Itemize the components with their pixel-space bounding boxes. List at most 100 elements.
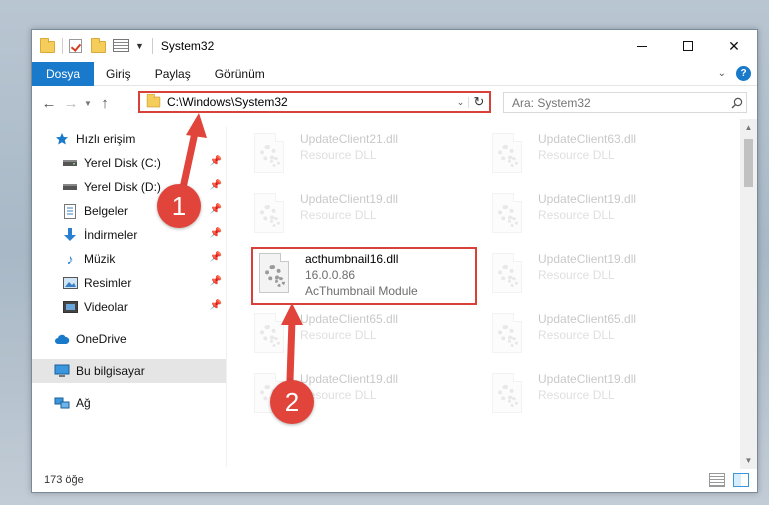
file-type: Resource DLL [538, 328, 615, 342]
sidebar-item-label: Belgeler [84, 204, 129, 218]
download-icon [62, 227, 78, 243]
sidebar-item-label: OneDrive [76, 332, 127, 346]
drive-icon [62, 179, 78, 195]
sidebar-item-network[interactable]: Ağ [32, 391, 226, 415]
ribbon-controls: ⌄ ? [718, 66, 751, 81]
tab-share[interactable]: Paylaş [143, 62, 203, 86]
item-count: 173 öğe [44, 474, 84, 486]
ribbon: Dosya Giriş Paylaş Görünüm ⌄ ? [32, 61, 757, 86]
sidebar-item-label: Resimler [84, 276, 132, 290]
title-bar: ▼ System32 ✕ [32, 30, 757, 62]
file-type: Resource DLL [300, 148, 377, 162]
file-tile[interactable]: UpdateClient21.dll Resource DLL [232, 129, 452, 185]
file-type: Resource DLL [300, 328, 377, 342]
recent-locations-dropdown[interactable]: ▼ [82, 99, 94, 108]
sidebar-item-label: Hızlı erişim [76, 132, 136, 146]
dll-file-icon [490, 253, 530, 301]
search-box[interactable] [503, 92, 747, 113]
step-2-badge: 2 [270, 380, 314, 424]
file-name: UpdateClient65.dll [300, 312, 399, 326]
new-folder-icon[interactable] [91, 38, 107, 53]
pin-icon[interactable]: 📌 [210, 204, 222, 215]
scroll-thumb[interactable] [744, 139, 753, 187]
file-tile[interactable]: UpdateClient19.dll Resource DLL [470, 369, 690, 425]
file-name: UpdateClient19.dll [538, 192, 637, 206]
sidebar-item-pictures[interactable]: Resimler 📌 [32, 271, 226, 295]
forward-arrow-icon[interactable]: → [60, 95, 82, 112]
pictures-icon [62, 275, 78, 291]
vertical-scrollbar[interactable]: ▲ ▼ [740, 119, 757, 469]
dll-file-icon [252, 133, 292, 181]
scroll-up-arrow-icon[interactable]: ▲ [740, 119, 757, 136]
file-tile[interactable]: UpdateClient63.dll Resource DLL [470, 129, 690, 185]
file-tile[interactable]: UpdateClient19.dll Resource DLL [232, 369, 452, 425]
folder-icon [146, 93, 161, 108]
sidebar-item-label: Yerel Disk (D:) [84, 180, 161, 194]
toolbar-divider [151, 38, 153, 54]
tab-home[interactable]: Giriş [94, 62, 143, 86]
pin-icon[interactable]: 📌 [210, 228, 222, 239]
address-dropdown-chevron-icon[interactable]: ⌄ [453, 96, 469, 108]
dll-file-icon [490, 133, 530, 181]
up-arrow-icon[interactable]: ↑ [94, 95, 116, 112]
file-tile[interactable]: UpdateClient65.dll Resource DLL [232, 309, 452, 365]
sidebar-item-videos[interactable]: Videolar 📌 [32, 295, 226, 319]
pin-icon[interactable]: 📌 [210, 180, 222, 191]
file-type: AcThumbnail Module [305, 284, 418, 298]
file-type: Resource DLL [300, 208, 377, 222]
large-icons-view-icon[interactable] [733, 473, 749, 487]
refresh-icon[interactable]: ↻ [469, 94, 489, 110]
sidebar-item-downloads[interactable]: İndirmeler 📌 [32, 223, 226, 247]
step-1-badge: 1 [157, 184, 201, 228]
file-name: UpdateClient19.dll [538, 372, 637, 386]
caption-buttons: ✕ [619, 30, 757, 62]
pin-icon[interactable]: 📌 [210, 300, 222, 311]
pin-icon[interactable]: 📌 [210, 252, 222, 263]
file-name: UpdateClient19.dll [538, 252, 637, 266]
sidebar-item-quick-access[interactable]: Hızlı erişim [32, 127, 226, 151]
search-icon[interactable] [728, 97, 746, 109]
sidebar-item-onedrive[interactable]: OneDrive [32, 327, 226, 351]
dll-file-icon [252, 193, 292, 241]
tab-file[interactable]: Dosya [32, 61, 95, 86]
customize-toolbar-dropdown[interactable]: ▼ [135, 41, 144, 51]
sidebar-item-music[interactable]: ♪ Müzik 📌 [32, 247, 226, 271]
minimize-button[interactable] [619, 30, 665, 62]
properties-icon[interactable] [113, 39, 129, 53]
address-bar[interactable]: C:\Windows\System32 ⌄ ↻ [138, 91, 491, 113]
search-input[interactable] [512, 95, 728, 110]
computer-icon [54, 363, 70, 379]
navigation-bar: ← → ▼ ↑ C:\Windows\System32 ⌄ ↻ [32, 87, 757, 119]
file-tile[interactable]: UpdateClient19.dll Resource DLL [232, 189, 452, 245]
sidebar-item-local-disk-c[interactable]: Yerel Disk (C:) 📌 [32, 151, 226, 175]
sidebar-item-label: Ağ [76, 396, 91, 410]
sidebar-item-this-pc[interactable]: Bu bilgisayar [32, 359, 226, 383]
pin-icon[interactable]: 📌 [210, 276, 222, 287]
explorer-window: ▼ System32 ✕ Dosya Giriş Paylaş Görünüm … [31, 29, 758, 493]
pin-icon[interactable]: 📌 [210, 156, 222, 167]
file-tile[interactable]: UpdateClient19.dll Resource DLL [470, 189, 690, 245]
file-tile[interactable]: UpdateClient19.dll Resource DLL [470, 249, 690, 305]
cloud-icon [54, 331, 70, 347]
view-switcher [701, 473, 749, 487]
drive-icon [62, 155, 78, 171]
close-button[interactable]: ✕ [711, 30, 757, 62]
back-arrow-icon[interactable]: ← [38, 95, 60, 112]
file-name: UpdateClient63.dll [538, 132, 637, 146]
file-tile-acthumbnail[interactable]: acthumbnail16.dll 16.0.0.86 AcThumbnail Mo… [251, 247, 477, 305]
maximize-button[interactable] [665, 30, 711, 62]
dll-file-icon [490, 193, 530, 241]
expand-ribbon-chevron-icon[interactable]: ⌄ [718, 68, 726, 79]
scroll-down-arrow-icon[interactable]: ▼ [740, 452, 757, 469]
address-path[interactable]: C:\Windows\System32 [167, 95, 453, 109]
details-view-icon[interactable] [709, 473, 725, 487]
sidebar-item-label: Bu bilgisayar [76, 364, 145, 378]
file-name: UpdateClient19.dll [300, 192, 399, 206]
file-tile[interactable]: UpdateClient65.dll Resource DLL [470, 309, 690, 365]
tab-view[interactable]: Görünüm [203, 62, 277, 86]
close-icon: ✕ [728, 37, 740, 54]
checkmark-properties-icon[interactable] [69, 39, 85, 53]
help-icon[interactable]: ? [736, 66, 751, 81]
